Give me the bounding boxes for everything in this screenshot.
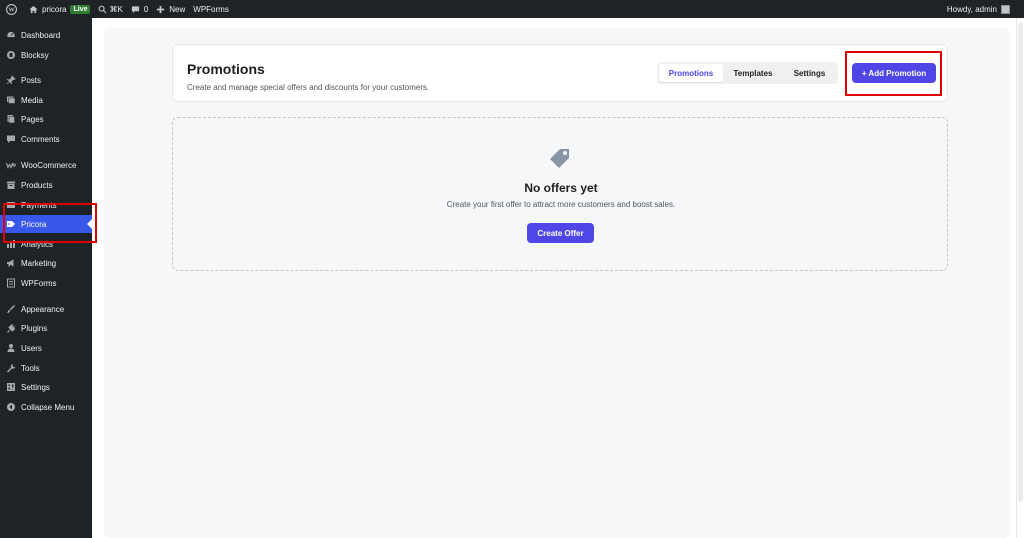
admin-bar: W pricora Live ⌘K 0 New WPForms Howdy, a… <box>0 0 1024 18</box>
sidebar-item-label: Users <box>21 343 42 353</box>
add-promotion-button[interactable]: + Add Promotion <box>852 63 936 83</box>
sidebar-item-pages[interactable]: Pages <box>0 110 92 128</box>
payments-icon <box>6 200 16 210</box>
sidebar-item-label: Blocksy <box>21 50 49 60</box>
sidebar-item-label: Plugins <box>21 323 48 333</box>
wordpress-logo-button[interactable]: W <box>0 0 21 18</box>
pages-icon <box>6 114 16 124</box>
settings-icon <box>6 382 16 392</box>
empty-state: No offers yet Create your first offer to… <box>172 117 948 271</box>
sidebar-item-label: WooCommerce <box>21 160 77 170</box>
tag-icon <box>550 149 569 168</box>
sidebar-item-settings[interactable]: Settings <box>0 378 92 396</box>
site-name-link[interactable]: pricora Live <box>21 0 94 18</box>
scrollbar-thumb[interactable] <box>1018 22 1023 502</box>
sidebar-item-tools[interactable]: Tools <box>0 359 92 377</box>
forms-icon <box>6 278 16 288</box>
new-label: New <box>169 4 186 14</box>
sidebar-item-label: Dashboard <box>21 30 61 40</box>
admin-sidebar: Dashboard Blocksy Posts Media Pages Comm… <box>0 18 92 538</box>
avatar <box>1001 4 1010 14</box>
page-wrapper: Promotions Create and manage special off… <box>104 28 1010 538</box>
comments-button[interactable]: 0 <box>127 0 152 18</box>
sidebar-item-label: Products <box>21 180 53 190</box>
sidebar-item-label: Comments <box>21 134 60 144</box>
sidebar-item-label: Collapse Menu <box>21 402 75 412</box>
wrench-icon <box>6 363 16 373</box>
sidebar-item-label: Settings <box>21 382 50 392</box>
promotions-header: Promotions Create and manage special off… <box>172 44 948 102</box>
sidebar-item-plugins[interactable]: Plugins <box>0 319 92 337</box>
analytics-icon <box>6 239 16 249</box>
sidebar-item-users[interactable]: Users <box>0 339 92 357</box>
tab-settings[interactable]: Settings <box>783 64 836 82</box>
empty-state-text: Create your first offer to attract more … <box>446 200 676 209</box>
sidebar-item-marketing[interactable]: Marketing <box>0 254 92 272</box>
collapse-menu-button[interactable]: Collapse Menu <box>0 398 92 416</box>
sidebar-item-blocksy[interactable]: Blocksy <box>0 46 92 64</box>
plugin-icon <box>6 323 16 333</box>
sidebar-item-media[interactable]: Media <box>0 91 92 109</box>
media-icon <box>6 95 16 105</box>
woo-icon <box>6 160 16 170</box>
page-scrollbar[interactable] <box>1016 18 1024 538</box>
sidebar-item-label: Marketing <box>21 258 57 268</box>
create-offer-button[interactable]: Create Offer <box>527 223 594 243</box>
new-content-button[interactable]: New <box>152 0 189 18</box>
sidebar-item-wpforms[interactable]: WPForms <box>0 274 92 292</box>
sidebar-item-appearance[interactable]: Appearance <box>0 300 92 318</box>
brush-icon <box>6 304 16 314</box>
page-subtitle: Create and manage special offers and dis… <box>187 83 430 92</box>
site-name: pricora <box>42 4 67 14</box>
tab-bar: Promotions Templates Settings <box>657 62 838 84</box>
sidebar-item-label: Media <box>21 95 43 105</box>
sidebar-item-label: Pricora <box>21 219 47 229</box>
tab-templates[interactable]: Templates <box>723 64 783 82</box>
megaphone-icon <box>6 258 16 268</box>
main-content: Promotions Create and manage special off… <box>92 18 1024 538</box>
sidebar-item-analytics[interactable]: Analytics <box>0 235 92 253</box>
sidebar-item-label: Analytics <box>21 239 54 249</box>
wpforms-adminbar-link[interactable]: WPForms <box>189 0 233 18</box>
tab-promotions[interactable]: Promotions <box>659 64 723 82</box>
sidebar-item-woocommerce[interactable]: WooCommerce <box>0 156 92 174</box>
plus-icon <box>157 5 165 13</box>
comment-icon <box>6 134 16 144</box>
archive-icon <box>6 180 16 190</box>
sidebar-item-payments[interactable]: Payments <box>0 196 92 214</box>
sidebar-item-label: Posts <box>21 75 42 85</box>
my-account-button[interactable]: Howdy, admin <box>946 4 1024 14</box>
sidebar-item-label: Pages <box>21 114 44 124</box>
command-palette-button[interactable]: ⌘K <box>94 0 126 18</box>
pricora-icon <box>6 219 16 229</box>
shortcut-label: ⌘K <box>109 4 123 14</box>
wordpress-icon: W <box>6 3 17 15</box>
search-icon <box>99 5 107 13</box>
sidebar-item-products[interactable]: Products <box>0 176 92 194</box>
sidebar-item-dashboard[interactable]: Dashboard <box>0 26 92 44</box>
sidebar-item-posts[interactable]: Posts <box>0 71 92 89</box>
dashboard-icon <box>6 30 16 40</box>
comments-count: 0 <box>143 4 149 14</box>
comment-icon <box>131 5 139 13</box>
sidebar-item-label: Appearance <box>21 304 65 314</box>
pin-icon <box>6 75 16 85</box>
sidebar-item-label: Tools <box>21 363 40 373</box>
sidebar-item-comments[interactable]: Comments <box>0 130 92 148</box>
empty-state-title: No offers yet <box>524 181 598 195</box>
home-icon <box>29 5 38 13</box>
wpforms-label: WPForms <box>193 4 229 14</box>
sidebar-item-label: Payments <box>21 200 57 210</box>
sidebar-item-label: WPForms <box>21 278 57 288</box>
page-title: Promotions <box>187 61 265 77</box>
howdy-label: Howdy, admin <box>946 4 997 14</box>
svg-text:W: W <box>8 7 14 13</box>
users-icon <box>6 343 16 353</box>
sidebar-item-pricora[interactable]: Pricora <box>0 215 92 233</box>
blocksy-icon <box>6 50 16 60</box>
live-badge: Live <box>70 4 91 14</box>
collapse-icon <box>6 402 16 412</box>
